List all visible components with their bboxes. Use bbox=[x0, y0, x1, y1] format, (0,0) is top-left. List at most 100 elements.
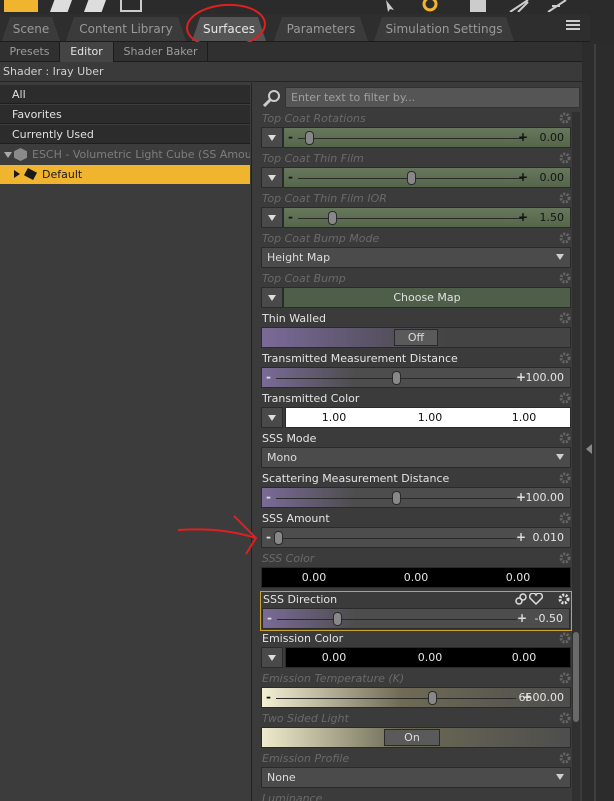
gear-icon[interactable] bbox=[559, 432, 571, 444]
gear-icon[interactable] bbox=[559, 472, 571, 484]
slider-knob[interactable] bbox=[392, 371, 401, 385]
gear-icon[interactable] bbox=[559, 272, 571, 284]
filter-input[interactable]: Enter text to filter by... bbox=[285, 87, 580, 108]
color-r[interactable]: 0.00 bbox=[266, 571, 362, 584]
camera-icon[interactable] bbox=[470, 0, 486, 12]
slider-transmitted-measurement-distance[interactable]: - +100.00 bbox=[261, 367, 571, 388]
tab-simulation-settings[interactable]: Simulation Settings bbox=[374, 17, 514, 41]
slider-sss-amount[interactable]: - +0.010 bbox=[261, 527, 571, 548]
slider-scattering-measurement-distance[interactable]: - +100.00 bbox=[261, 487, 571, 508]
map-dropdown-button[interactable] bbox=[261, 127, 283, 148]
prop-luminance: Luminance bbox=[260, 791, 572, 801]
scrollbar-thumb[interactable] bbox=[573, 632, 579, 722]
slider-emission-temperature[interactable]: - +6500.00 bbox=[261, 687, 571, 708]
bump-mode-select[interactable]: Height Map bbox=[261, 247, 571, 268]
toggle-state[interactable]: Off bbox=[394, 329, 438, 346]
slider-knob[interactable] bbox=[392, 491, 401, 505]
color-swatch-sss[interactable]: 0.00 0.00 0.00 bbox=[261, 567, 571, 588]
gear-icon[interactable] bbox=[559, 712, 571, 724]
link-icon[interactable] bbox=[515, 593, 527, 605]
tab-parameters[interactable]: Parameters bbox=[274, 17, 368, 41]
gear-icon[interactable] bbox=[559, 232, 571, 244]
subtab-shader-baker[interactable]: Shader Baker bbox=[114, 42, 208, 62]
map-dropdown-button[interactable] bbox=[261, 207, 283, 228]
tree-item-currently-used[interactable]: Currently Used bbox=[0, 125, 250, 144]
gear-icon[interactable] bbox=[558, 593, 570, 605]
slider-top-coat-thin-film[interactable]: - +0.00 bbox=[283, 167, 571, 188]
color-g[interactable]: 1.00 bbox=[382, 411, 478, 424]
export-icon[interactable] bbox=[120, 0, 142, 12]
gear-icon[interactable] bbox=[559, 352, 571, 364]
open-file-icon[interactable] bbox=[50, 0, 72, 12]
prop-label: Emission Color bbox=[262, 632, 344, 645]
slider-value[interactable]: 0.00 bbox=[540, 171, 565, 184]
collapse-pane-icon[interactable] bbox=[586, 444, 592, 454]
color-swatch-emission[interactable]: 0.00 0.00 0.00 bbox=[285, 647, 571, 668]
gold-node-icon[interactable] bbox=[416, 0, 444, 12]
gear-icon[interactable] bbox=[559, 512, 571, 524]
map-dropdown-button[interactable] bbox=[261, 407, 283, 428]
color-g[interactable]: 0.00 bbox=[368, 571, 464, 584]
subtab-presets[interactable]: Presets bbox=[0, 42, 60, 62]
slider-value[interactable]: 0.00 bbox=[540, 131, 565, 144]
slider-top-coat-thin-film-ior[interactable]: - +1.50 bbox=[283, 207, 571, 228]
gear-icon[interactable] bbox=[559, 392, 571, 404]
gear-icon[interactable] bbox=[559, 632, 571, 644]
slider-knob[interactable] bbox=[333, 612, 342, 626]
tree-item-all[interactable]: All bbox=[0, 85, 250, 104]
slider-value[interactable]: 6500.00 bbox=[519, 691, 565, 704]
color-b[interactable]: 1.00 bbox=[476, 411, 572, 424]
toggle-state[interactable]: On bbox=[384, 729, 440, 746]
transform-tool-icon[interactable] bbox=[546, 0, 568, 13]
slider-knob[interactable] bbox=[274, 531, 284, 545]
slider-value[interactable]: 100.00 bbox=[526, 371, 565, 384]
gear-icon[interactable] bbox=[559, 552, 571, 564]
color-r[interactable]: 0.00 bbox=[286, 651, 382, 664]
search-icon[interactable] bbox=[261, 89, 283, 108]
slider-knob[interactable] bbox=[428, 691, 437, 705]
slider-value[interactable]: 1.50 bbox=[540, 211, 565, 224]
color-b[interactable]: 0.00 bbox=[470, 571, 566, 584]
slider-value[interactable]: 0.010 bbox=[533, 531, 565, 544]
joint-tool-icon[interactable] bbox=[508, 0, 530, 13]
map-dropdown-button[interactable] bbox=[261, 647, 283, 668]
gear-icon[interactable] bbox=[559, 112, 571, 124]
pointer-select-icon[interactable] bbox=[380, 0, 408, 12]
tree-item-default[interactable]: Default bbox=[0, 165, 250, 184]
slider-top-coat-rotations[interactable]: - +0.00 bbox=[283, 127, 571, 148]
sss-mode-select[interactable]: Mono bbox=[261, 447, 571, 468]
tab-scene[interactable]: Scene bbox=[2, 17, 60, 41]
choose-map-button[interactable]: Choose Map bbox=[283, 287, 571, 308]
tab-content-library[interactable]: Content Library bbox=[66, 17, 186, 41]
heart-icon[interactable] bbox=[529, 593, 543, 605]
gear-icon[interactable] bbox=[559, 312, 571, 324]
property-scrollbar[interactable] bbox=[572, 112, 580, 801]
gear-icon[interactable] bbox=[559, 672, 571, 684]
slider-knob[interactable] bbox=[327, 211, 337, 225]
slider-value[interactable]: 100.00 bbox=[526, 491, 565, 504]
two-sided-light-toggle[interactable]: On bbox=[261, 727, 571, 748]
new-scene-icon[interactable] bbox=[4, 0, 38, 12]
pane-menu-icon[interactable] bbox=[566, 18, 582, 32]
save-file-icon[interactable] bbox=[84, 0, 106, 12]
tree-node-object[interactable]: ESCH - Volumetric Light Cube (SS Amount.… bbox=[0, 145, 250, 165]
slider-sss-direction[interactable]: - + -0.50 bbox=[262, 608, 570, 629]
expand-arrow-icon[interactable] bbox=[4, 152, 12, 158]
slider-value[interactable]: -0.50 bbox=[535, 612, 563, 625]
map-dropdown-button[interactable] bbox=[261, 287, 283, 308]
subtab-editor[interactable]: Editor bbox=[60, 42, 114, 62]
color-b[interactable]: 0.00 bbox=[476, 651, 572, 664]
collapse-arrow-icon[interactable] bbox=[14, 170, 20, 178]
thin-walled-toggle[interactable]: Off bbox=[261, 327, 571, 348]
tree-item-favorites[interactable]: Favorites bbox=[0, 105, 250, 124]
gear-icon[interactable] bbox=[559, 192, 571, 204]
slider-knob[interactable] bbox=[305, 131, 315, 145]
emission-profile-select[interactable]: None bbox=[261, 767, 571, 788]
map-dropdown-button[interactable] bbox=[261, 167, 283, 188]
color-swatch-transmitted[interactable]: 1.00 1.00 1.00 bbox=[285, 407, 571, 428]
color-r[interactable]: 1.00 bbox=[286, 411, 382, 424]
slider-knob[interactable] bbox=[407, 171, 416, 185]
gear-icon[interactable] bbox=[559, 752, 571, 764]
gear-icon[interactable] bbox=[559, 152, 571, 164]
color-g[interactable]: 0.00 bbox=[382, 651, 478, 664]
